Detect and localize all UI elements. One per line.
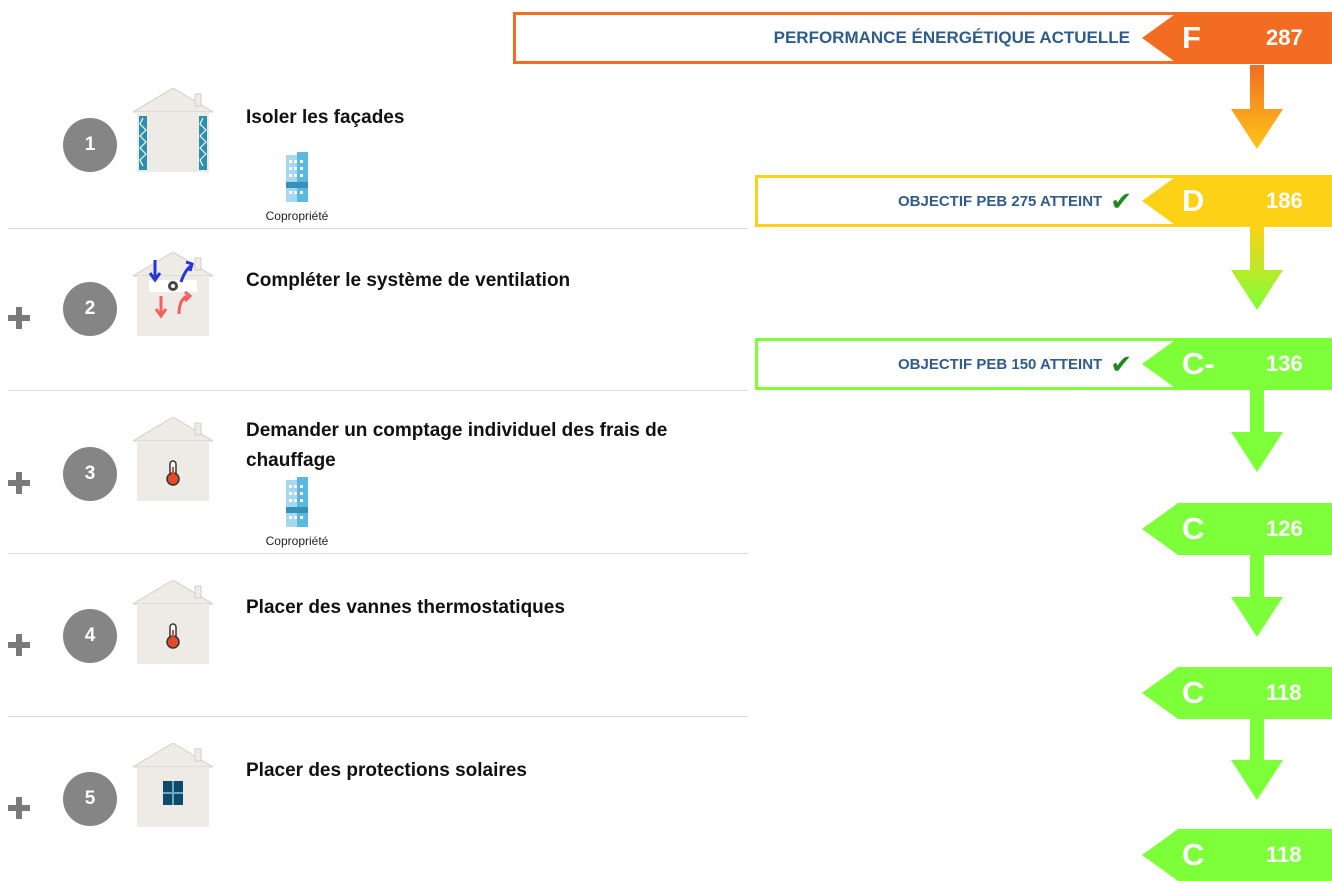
arrow-1 bbox=[1231, 65, 1283, 149]
result-2-class-letter: C- bbox=[1182, 346, 1215, 381]
result-4-class-tag: C 118 bbox=[1142, 667, 1332, 719]
result-1-class-tag: D 186 bbox=[1142, 175, 1332, 227]
house-thermometer-icon bbox=[133, 580, 213, 664]
step-separator bbox=[8, 390, 748, 391]
current-performance-box: PERFORMANCE ÉNERGÉTIQUE ACTUELLE bbox=[513, 12, 1193, 64]
building-icon bbox=[286, 152, 308, 202]
checkmark-icon: ✔ bbox=[1110, 186, 1132, 216]
result-4-class-letter: C bbox=[1182, 675, 1205, 710]
result-2-objective-label: OBJECTIF PEB 150 ATTEINT bbox=[898, 355, 1103, 373]
step-2-number: 2 bbox=[63, 282, 117, 336]
step-1-copropriete: Copropriété bbox=[252, 152, 342, 223]
current-class-letter: F bbox=[1182, 20, 1201, 55]
current-class-tag: F 287 bbox=[1142, 12, 1332, 64]
step-3-copropriete: Copropriété bbox=[252, 477, 342, 548]
result-1-class-letter: D bbox=[1182, 183, 1205, 218]
step-1-number: 1 bbox=[63, 118, 117, 172]
step-4-title: Placer des vannes thermostatiques bbox=[246, 597, 565, 618]
building-icon bbox=[286, 477, 308, 527]
result-1-objective-box: OBJECTIF PEB 275 ATTEINT ✔ bbox=[755, 175, 1195, 227]
result-1-class-value: 186 bbox=[1266, 188, 1303, 213]
result-4-class-tag-shape bbox=[1142, 667, 1332, 719]
step-4-number: 4 bbox=[63, 609, 117, 663]
result-2-objective-box: OBJECTIF PEB 150 ATTEINT ✔ bbox=[755, 338, 1195, 390]
arrow-4 bbox=[1231, 553, 1283, 637]
result-2-class-tag: C- 136 bbox=[1142, 338, 1332, 390]
step-separator bbox=[8, 716, 748, 717]
result-2-class-tag-shape bbox=[1142, 338, 1332, 390]
plus-icon bbox=[8, 472, 30, 494]
result-1-class-tag-shape bbox=[1142, 175, 1332, 227]
current-class-tag-shape bbox=[1142, 12, 1332, 64]
result-5-class-tag-shape bbox=[1142, 829, 1332, 881]
step-3-copropriete-label: Copropriété bbox=[265, 534, 329, 548]
step-1-copropriete-label: Copropriété bbox=[265, 209, 329, 223]
result-5-class-value: 118 bbox=[1266, 842, 1302, 867]
step-separator bbox=[8, 553, 748, 554]
result-5-class-letter: C bbox=[1182, 837, 1205, 872]
step-5-number: 5 bbox=[63, 772, 117, 826]
result-2-class-value: 136 bbox=[1266, 351, 1303, 376]
house-thermometer-icon bbox=[133, 417, 213, 501]
result-3-class-tag: C 126 bbox=[1142, 503, 1332, 555]
house-window-icon bbox=[133, 743, 213, 827]
house-insulation-icon bbox=[133, 88, 213, 172]
step-3-number: 3 bbox=[63, 447, 117, 501]
result-4-class-value: 118 bbox=[1266, 680, 1302, 705]
step-2-title: Compléter le système de ventilation bbox=[246, 270, 571, 291]
current-class-value: 287 bbox=[1266, 25, 1303, 50]
step-1-title: Isoler les façades bbox=[246, 107, 405, 128]
current-performance-label: PERFORMANCE ÉNERGÉTIQUE ACTUELLE bbox=[773, 28, 1130, 47]
plus-icon bbox=[8, 634, 30, 656]
arrow-2 bbox=[1231, 226, 1283, 310]
result-3-class-value: 126 bbox=[1266, 516, 1303, 541]
result-1-objective-label: OBJECTIF PEB 275 ATTEINT bbox=[898, 192, 1103, 210]
step-separator bbox=[8, 228, 748, 229]
house-ventilation-icon bbox=[133, 252, 213, 336]
plus-icon bbox=[8, 307, 30, 329]
arrow-3 bbox=[1231, 388, 1283, 472]
checkmark-icon: ✔ bbox=[1110, 349, 1132, 379]
plus-icon bbox=[8, 797, 30, 819]
step-5-title: Placer des protections solaires bbox=[246, 760, 527, 781]
result-3-class-tag-shape bbox=[1142, 503, 1332, 555]
step-3-title: Demander un comptage individuel des frai… bbox=[246, 420, 668, 471]
result-3-class-letter: C bbox=[1182, 511, 1205, 546]
arrow-5 bbox=[1231, 716, 1283, 800]
result-5-class-tag: C 118 bbox=[1142, 829, 1332, 881]
